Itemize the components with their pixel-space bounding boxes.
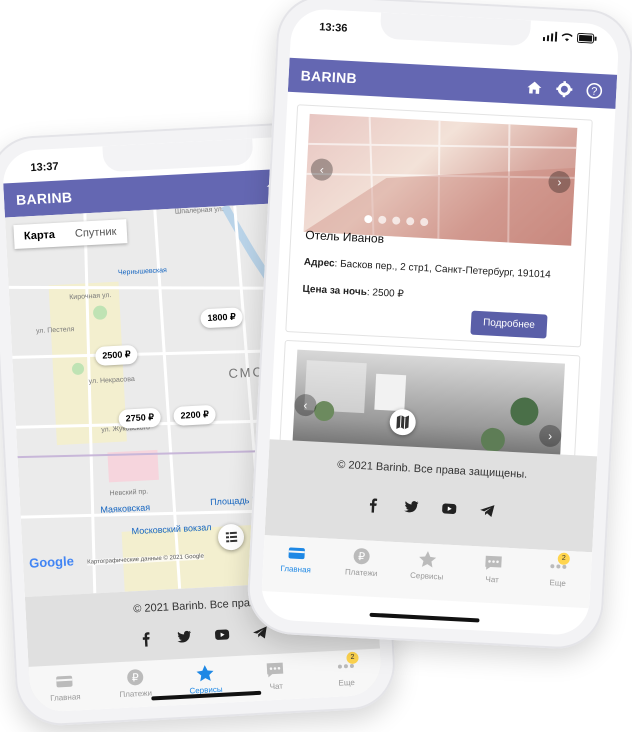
- price-marker[interactable]: 2750 ₽: [118, 407, 162, 429]
- hotel-card: ‹ › Отель Иванов Адрес: Басков пер., 2 с…: [285, 104, 593, 348]
- map-icon: [396, 415, 410, 430]
- app-bar: BARINB ?: [287, 57, 618, 109]
- tab-services[interactable]: Сервисы: [393, 542, 461, 601]
- facebook-icon[interactable]: [365, 496, 382, 513]
- status-time: 13:36: [318, 21, 348, 35]
- address-label: Адрес: [303, 256, 335, 270]
- twitter-icon[interactable]: [176, 628, 193, 645]
- chat-icon: [484, 555, 502, 570]
- carousel-dot[interactable]: [406, 217, 415, 226]
- svg-text:₽: ₽: [358, 550, 366, 563]
- tab-label: Еще: [549, 578, 567, 588]
- telegram-icon[interactable]: [479, 502, 496, 519]
- map-view-button[interactable]: [389, 408, 417, 436]
- price-marker[interactable]: 2500 ₽: [94, 344, 139, 366]
- tab-label: Еще: [338, 677, 355, 688]
- signal-icon: [542, 31, 558, 42]
- notification-badge: 2: [346, 651, 359, 665]
- price-marker[interactable]: 2200 ₽: [173, 404, 217, 426]
- star-icon: [419, 551, 437, 568]
- twitter-icon[interactable]: [403, 498, 420, 515]
- hotel-photo[interactable]: ‹ ›: [303, 113, 578, 246]
- youtube-icon[interactable]: [441, 500, 458, 517]
- tab-home[interactable]: Главная: [29, 663, 102, 713]
- carousel-dot[interactable]: [392, 216, 401, 225]
- tab-label: Главная: [49, 692, 81, 703]
- list-icon: [225, 531, 238, 543]
- svg-text:₽: ₽: [131, 671, 139, 684]
- tab-payments[interactable]: ₽ Платежи: [99, 660, 172, 710]
- google-logo: Google: [28, 553, 75, 571]
- front-screen: 13:36 BARINB ? ‹ › Отель Иванов Адрес: Б…: [260, 7, 620, 637]
- tab-label: Платежи: [344, 567, 378, 579]
- tab-more[interactable]: Еще 2: [524, 549, 592, 608]
- gear-icon[interactable]: [554, 79, 575, 100]
- front-phone: 13:36 BARINB ? ‹ › Отель Иванов Адрес: Б…: [245, 0, 632, 651]
- ruble-icon: ₽: [126, 669, 143, 686]
- carousel-dot[interactable]: [364, 214, 373, 224]
- star-icon: [196, 665, 214, 682]
- wifi-icon: [561, 33, 573, 42]
- tab-label: Чат: [485, 574, 500, 585]
- app-title: BARINB: [15, 188, 73, 208]
- map-type-map[interactable]: Карта: [13, 222, 65, 249]
- details-button[interactable]: Подробнее: [470, 310, 548, 339]
- tab-label: Чат: [269, 681, 284, 692]
- tab-more[interactable]: Еще 2: [310, 648, 383, 698]
- status-time: 13:37: [30, 160, 59, 175]
- tab-label: Главная: [280, 563, 312, 575]
- carousel-dot[interactable]: [420, 217, 429, 227]
- hotel-address: Адрес: Басков пер., 2 стр1, Санкт-Петерб…: [304, 256, 564, 283]
- hotel-name: Отель Иванов: [305, 227, 385, 246]
- tab-payments[interactable]: ₽ Платежи: [327, 539, 395, 598]
- card-icon: [288, 547, 305, 560]
- price-value: : 2500 ₽: [366, 287, 405, 301]
- youtube-icon[interactable]: [214, 626, 231, 643]
- home-icon[interactable]: [524, 77, 545, 98]
- tab-chat[interactable]: Чат: [458, 545, 526, 604]
- price-marker[interactable]: 1800 ₽: [200, 307, 244, 329]
- tab-home[interactable]: Главная: [262, 535, 330, 594]
- hotel-price: Цена за ночь: 2500 ₽: [302, 284, 404, 300]
- home-indicator: [369, 612, 480, 623]
- telegram-icon[interactable]: [252, 624, 269, 641]
- copyright-text: © 2021 Barinb. Все права защищены.: [336, 458, 528, 481]
- card-icon: [56, 675, 73, 688]
- price-label: Цена за ночь: [302, 283, 368, 299]
- svg-text:?: ?: [591, 86, 598, 98]
- carousel-dot[interactable]: [378, 215, 387, 225]
- ruble-icon: ₽: [354, 548, 371, 565]
- chat-icon: [267, 662, 284, 678]
- map-type-satellite[interactable]: Спутник: [64, 219, 127, 246]
- battery-icon: [576, 32, 597, 44]
- tab-label: Платежи: [119, 688, 153, 700]
- app-title: BARINB: [300, 67, 358, 87]
- photo-pattern: [303, 117, 577, 246]
- facebook-icon[interactable]: [138, 630, 155, 647]
- tab-label: Сервисы: [409, 570, 444, 582]
- help-icon[interactable]: ?: [584, 80, 605, 101]
- address-value: : Басков пер., 2 стр1, Санкт-Петербург, …: [334, 258, 551, 281]
- list-view-button[interactable]: [217, 523, 245, 551]
